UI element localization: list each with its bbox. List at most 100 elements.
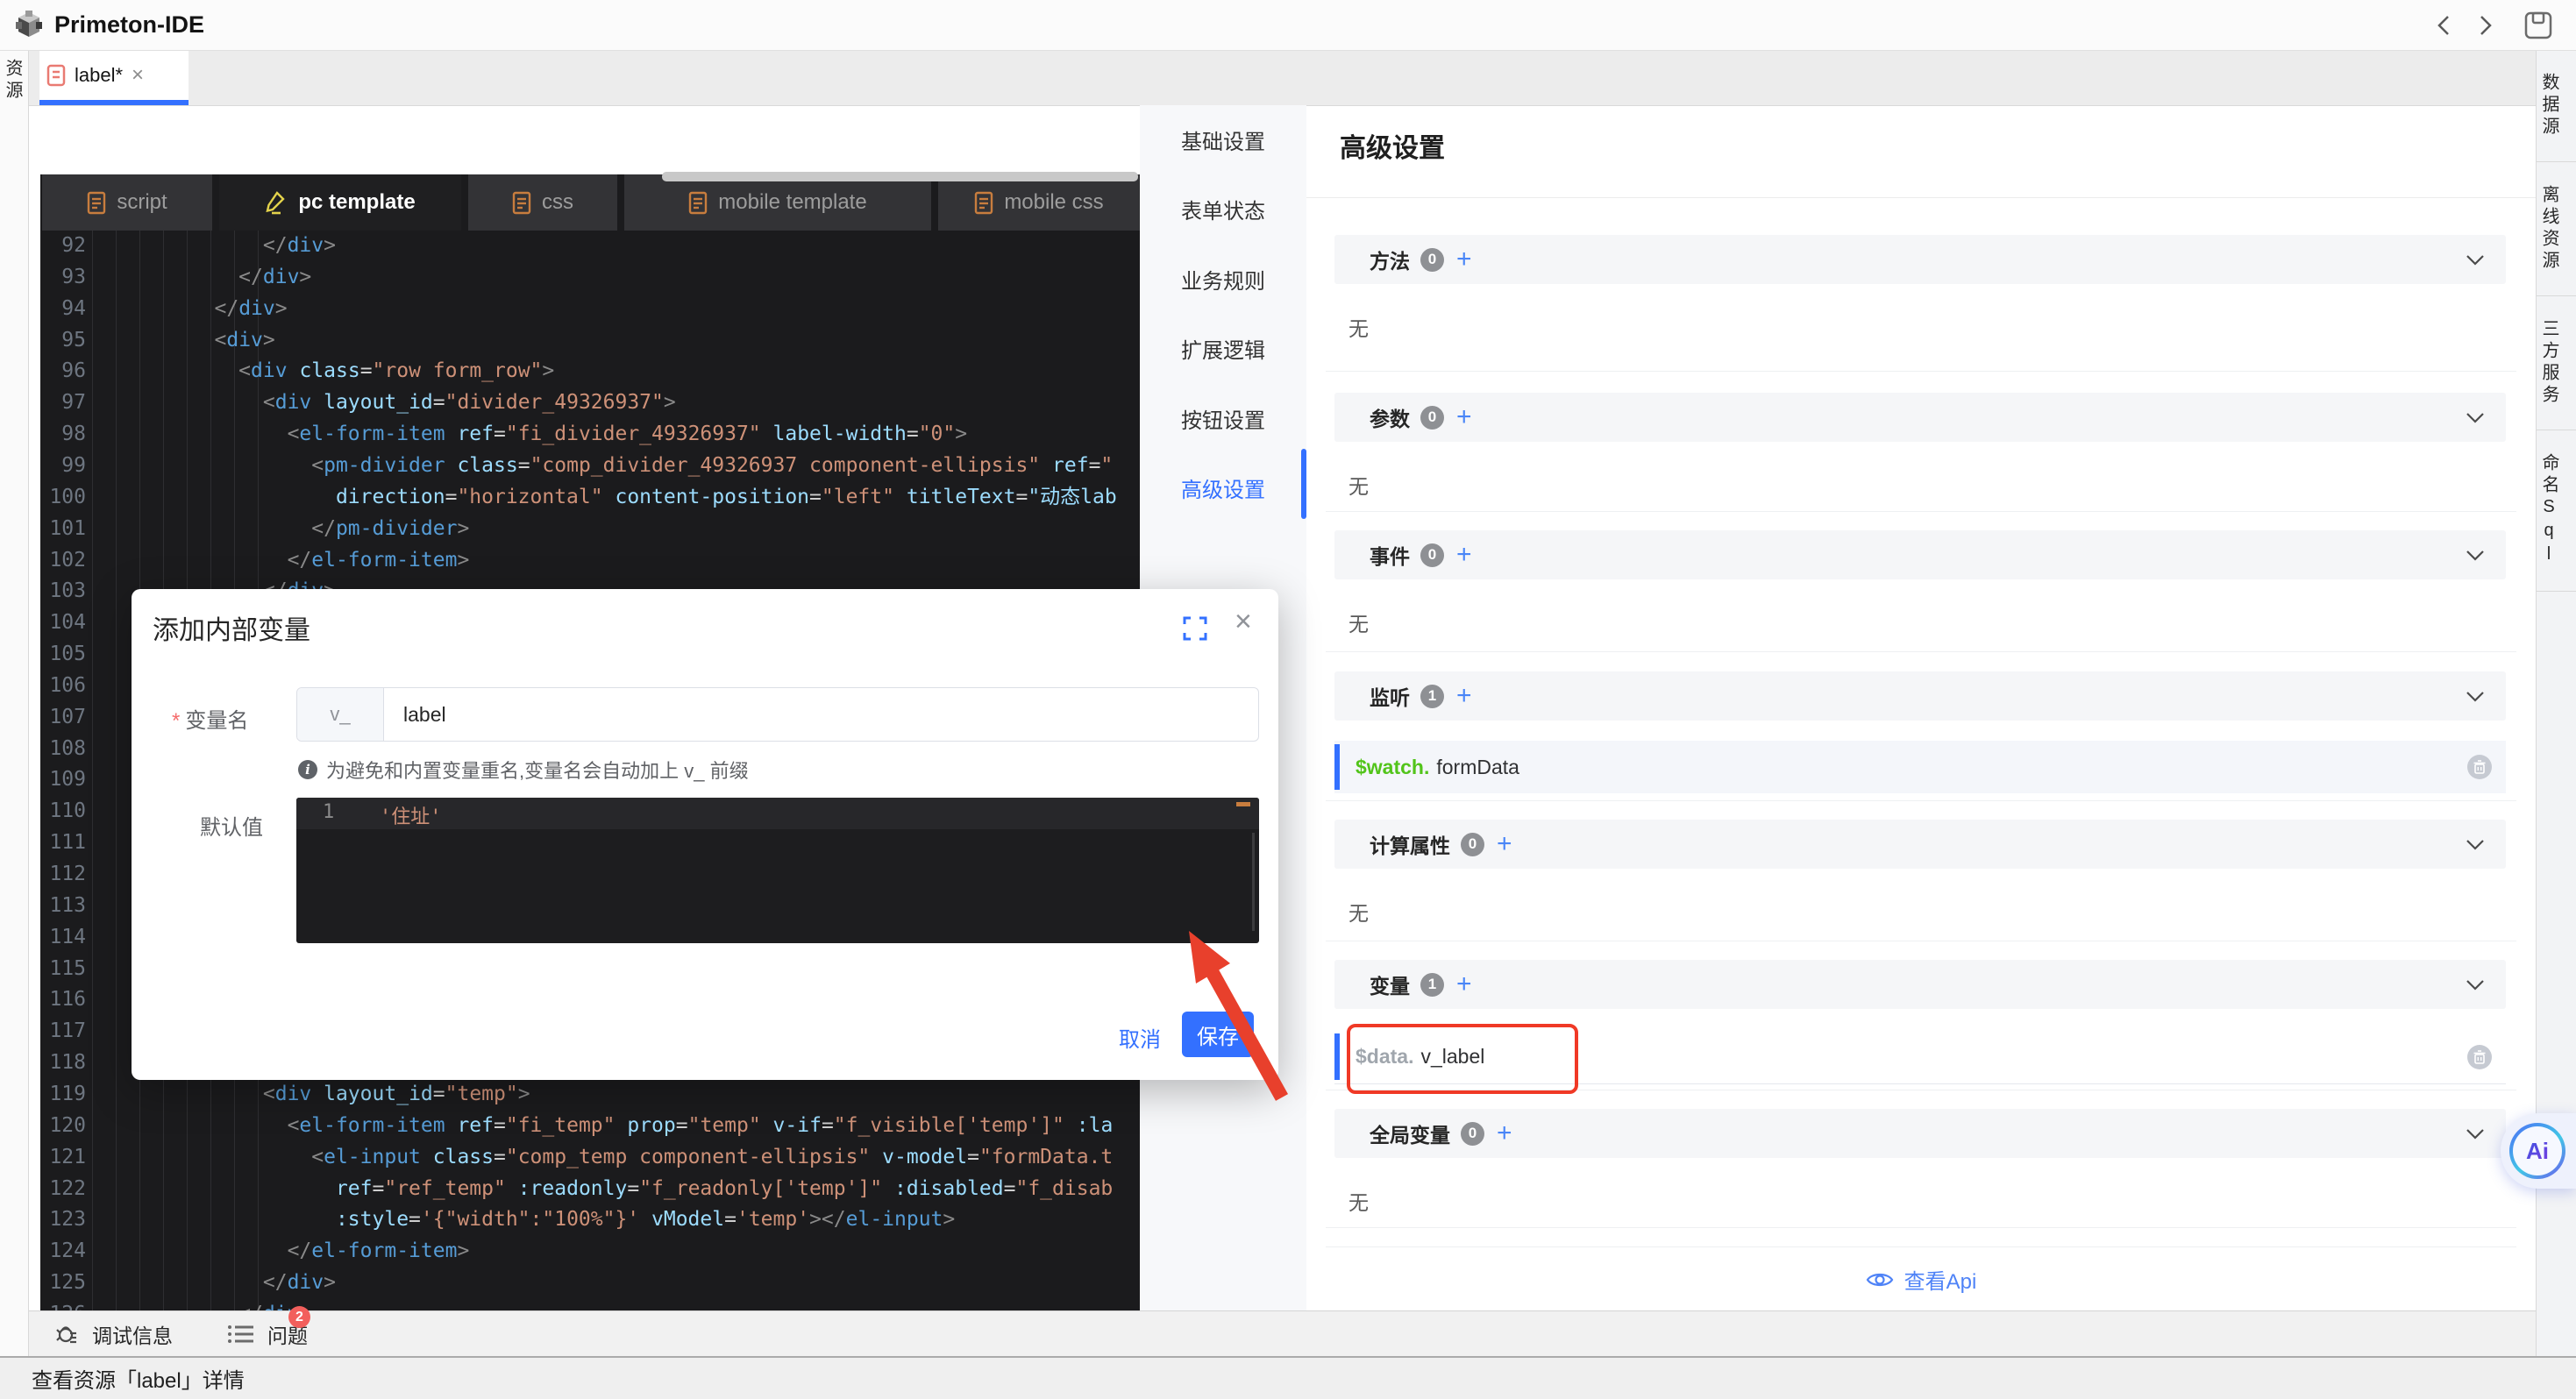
status-text: 查看资源「label」详情 <box>32 1363 245 1394</box>
history-back-icon[interactable] <box>2434 12 2453 39</box>
default-value-text[interactable]: '住址' <box>380 801 442 829</box>
add-icon[interactable]: + <box>1456 404 1472 430</box>
add-icon[interactable]: + <box>1456 971 1472 998</box>
chevron-down-icon[interactable] <box>2466 979 2485 991</box>
cancel-button[interactable]: 取消 <box>1119 1022 1161 1053</box>
section-header-4[interactable]: 计算属性0+ <box>1334 820 2506 869</box>
left-rail-resources-tab[interactable]: 资源 <box>0 59 28 103</box>
variable-prefix: v_ <box>297 688 384 741</box>
section-item-formData[interactable]: $watch.formData <box>1334 741 2506 793</box>
code-line-94[interactable]: </div> <box>93 295 1140 322</box>
ai-icon[interactable]: Ai <box>2509 1123 2565 1179</box>
section-header-0[interactable]: 方法0+ <box>1334 235 2506 284</box>
code-line-100[interactable]: direction="horizontal" content-position=… <box>93 484 1140 510</box>
line-number: 116 <box>40 986 86 1012</box>
save-button[interactable]: 保存 <box>1182 1012 1254 1057</box>
section-label: 监听 <box>1370 681 1410 711</box>
code-line-101[interactable]: </pm-divider> <box>93 515 1140 542</box>
chevron-down-icon[interactable] <box>2466 550 2485 561</box>
chevron-down-icon[interactable] <box>2466 691 2485 702</box>
code-line-119[interactable]: <div layout_id="temp"> <box>93 1081 1140 1107</box>
right-rail-tab-2[interactable]: 三方服务 <box>2537 296 2576 430</box>
view-api-link[interactable]: 查看Api <box>1306 1264 2536 1295</box>
nav-item-1[interactable]: 表单状态 <box>1140 190 1306 229</box>
code-line-125[interactable]: </div> <box>93 1269 1140 1296</box>
right-rail-tab-1[interactable]: 离线资源 <box>2537 162 2576 296</box>
line-number: 110 <box>40 798 86 824</box>
pencil-icon <box>265 190 288 215</box>
editor-tab-mobile-template[interactable]: mobile template <box>624 174 931 231</box>
document-tab-label[interactable]: label* × <box>39 50 189 101</box>
right-rail-tab-3[interactable]: 命名Sql <box>2537 430 2576 592</box>
add-icon[interactable]: + <box>1456 683 1472 709</box>
add-icon[interactable]: + <box>1456 542 1472 568</box>
code-line-121[interactable]: <el-input class="comp_temp component-ell… <box>93 1144 1140 1170</box>
code-line-97[interactable]: <div layout_id="divider_49326937"> <box>93 389 1140 415</box>
editor-tab-pc-template[interactable]: pc template <box>219 174 461 231</box>
section-label: 参数 <box>1370 402 1410 432</box>
line-number: 101 <box>40 515 86 542</box>
section-header-3[interactable]: 监听1+ <box>1334 671 2506 721</box>
delete-item-icon[interactable] <box>2467 1045 2492 1069</box>
nav-item-4[interactable]: 按钮设置 <box>1140 399 1306 437</box>
add-icon[interactable]: + <box>1497 1120 1512 1147</box>
chevron-down-icon[interactable] <box>2466 1128 2485 1140</box>
line-number: 126 <box>40 1301 86 1310</box>
section-header-2[interactable]: 事件0+ <box>1334 530 2506 579</box>
code-line-102[interactable]: </el-form-item> <box>93 547 1140 573</box>
section-header-1[interactable]: 参数0+ <box>1334 393 2506 442</box>
code-line-120[interactable]: <el-form-item ref="fi_temp" prop="temp" … <box>93 1112 1140 1139</box>
section-count-badge: 1 <box>1420 973 1444 997</box>
section-header-6[interactable]: 全局变量0+ <box>1334 1109 2506 1158</box>
nav-item-5[interactable]: 高级设置 <box>1140 469 1306 508</box>
line-number: 92 <box>40 232 86 259</box>
section-divider <box>1326 651 2516 652</box>
delete-item-icon[interactable] <box>2467 755 2492 779</box>
code-line-95[interactable]: <div> <box>93 327 1140 353</box>
code-line-93[interactable]: </div> <box>93 264 1140 290</box>
section-divider <box>1326 1246 2516 1247</box>
add-icon[interactable]: + <box>1456 246 1472 273</box>
section-header-5[interactable]: 变量1+ <box>1334 960 2506 1009</box>
chevron-down-icon[interactable] <box>2466 254 2485 266</box>
active-tab-underline <box>39 100 189 105</box>
line-number: 117 <box>40 1018 86 1044</box>
editor-tab-css[interactable]: css <box>468 174 617 231</box>
close-dialog-icon[interactable]: × <box>1235 607 1252 636</box>
editor-scrollbar[interactable] <box>1252 833 1255 931</box>
code-line-126[interactable]: </div <box>93 1301 1140 1310</box>
variable-name-value[interactable]: label <box>384 688 1258 741</box>
code-line-124[interactable]: </el-form-item> <box>93 1238 1140 1264</box>
save-icon[interactable] <box>2523 11 2553 40</box>
variable-name-input[interactable]: v_ label <box>296 687 1259 742</box>
add-icon[interactable]: + <box>1497 831 1512 857</box>
nav-item-2[interactable]: 业务规则 <box>1140 259 1306 298</box>
code-line-96[interactable]: <div class="row form_row"> <box>93 358 1140 384</box>
right-rail-tab-0[interactable]: 数据源 <box>2537 50 2576 162</box>
close-tab-icon[interactable]: × <box>132 65 144 86</box>
chevron-down-icon[interactable] <box>2466 412 2485 423</box>
line-number: 125 <box>40 1269 86 1296</box>
nav-item-3[interactable]: 扩展逻辑 <box>1140 330 1306 368</box>
editor-tab-label: script <box>117 190 167 215</box>
nav-item-0[interactable]: 基础设置 <box>1140 120 1306 159</box>
default-value-editor[interactable]: 1 '住址' <box>296 798 1259 943</box>
section-count-badge: 0 <box>1461 1122 1484 1146</box>
debug-info-button[interactable]: 调试信息 <box>55 1319 173 1349</box>
section-item-v_label[interactable]: $data.v_label <box>1334 1030 2506 1084</box>
code-line-122[interactable]: ref="ref_temp" :readonly="f_readonly['te… <box>93 1175 1140 1202</box>
section-divider <box>1326 511 2516 512</box>
chevron-down-icon[interactable] <box>2466 839 2485 850</box>
code-line-99[interactable]: <pm-divider class="comp_divider_49326937… <box>93 452 1140 479</box>
section-empty-text: 无 <box>1348 470 1369 500</box>
code-line-123[interactable]: :style='{"width":"100%"}' vModel='temp'>… <box>93 1206 1140 1232</box>
default-value-label: 默认值 <box>200 810 263 841</box>
ai-assistant-button[interactable]: Ai <box>2501 1113 2576 1189</box>
history-forward-icon[interactable] <box>2476 12 2495 39</box>
editor-horizontal-scrollbar[interactable] <box>662 172 1138 181</box>
fullscreen-icon[interactable] <box>1182 615 1208 642</box>
editor-tab-mobile-css[interactable]: mobile css <box>938 174 1140 231</box>
code-line-98[interactable]: <el-form-item ref="fi_divider_49326937" … <box>93 421 1140 447</box>
code-line-92[interactable]: </div> <box>93 232 1140 259</box>
editor-tab-script[interactable]: script <box>42 174 212 231</box>
